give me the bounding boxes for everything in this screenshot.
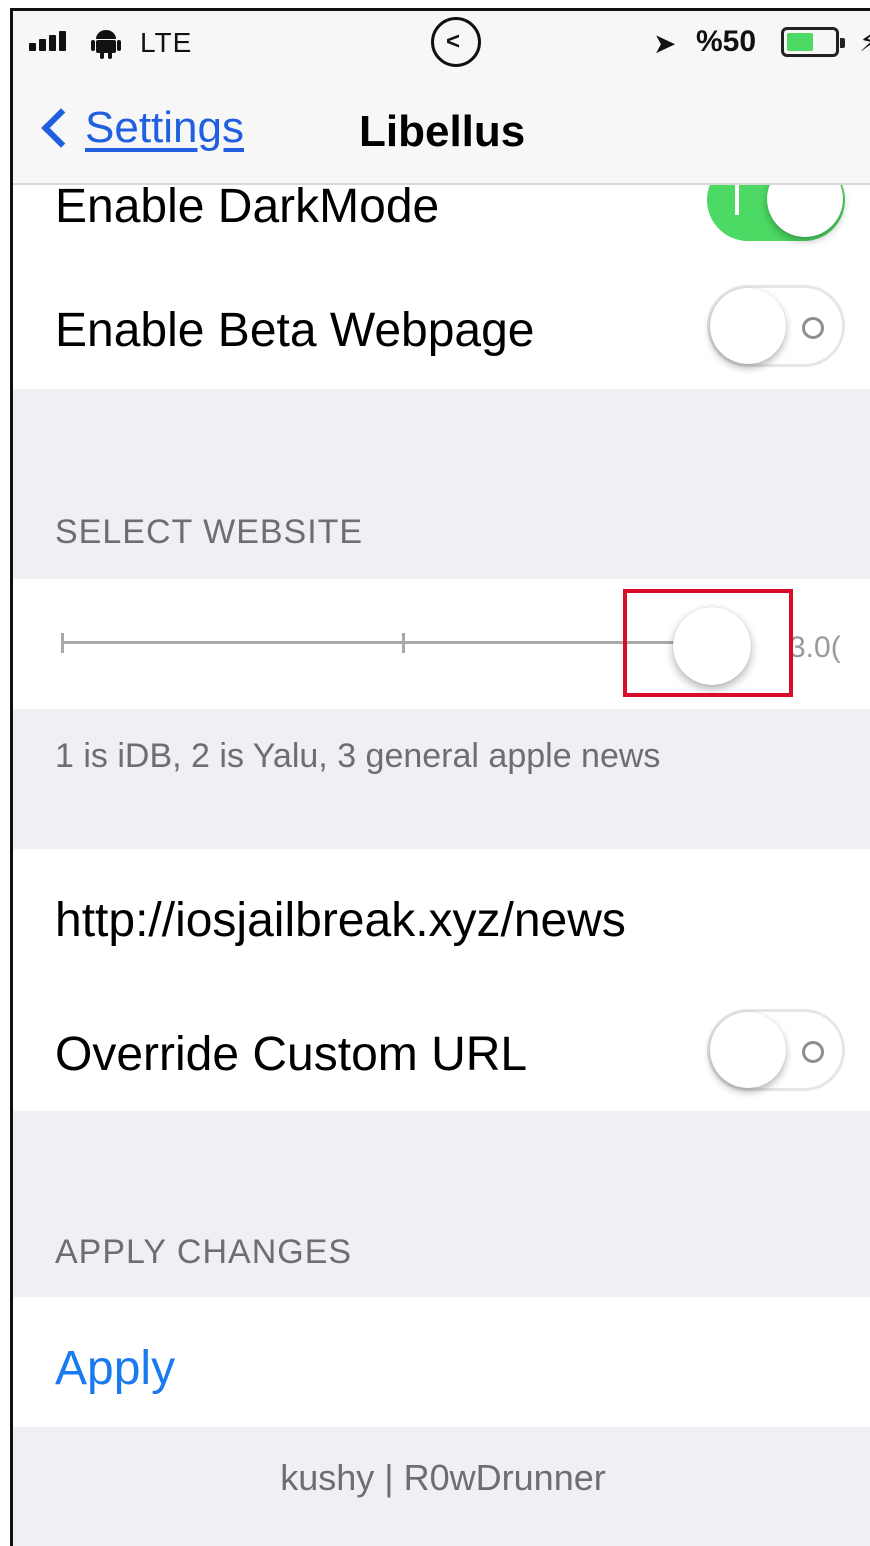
chevron-left-icon	[41, 108, 81, 148]
dark-mode-label: Enable DarkMode	[55, 180, 440, 233]
apply-changes-header: APPLY CHANGES	[55, 1233, 353, 1271]
navigation-bar: Settings Libellus	[13, 73, 870, 185]
back-button[interactable]: Settings	[35, 103, 244, 153]
select-website-header: SELECT WEBSITE	[55, 513, 364, 551]
location-icon: ➤	[653, 28, 677, 59]
website-slider-track[interactable]	[61, 641, 711, 644]
beta-webpage-label: Enable Beta Webpage	[55, 304, 535, 357]
network-type: LTE	[140, 27, 193, 58]
slider-tick-2	[402, 633, 405, 653]
slider-value-label: 3.0(	[789, 631, 841, 664]
back-label: Settings	[85, 103, 244, 152]
beta-webpage-toggle[interactable]	[707, 285, 845, 367]
url-group: http://iosjailbreak.xyz/news Override Cu…	[13, 849, 870, 1111]
signal-icon	[29, 31, 66, 51]
page-title: Libellus	[359, 107, 526, 156]
override-url-label: Override Custom URL	[55, 1028, 528, 1081]
android-icon	[91, 30, 121, 59]
status-bar: LTE < ➤ %50 ⚡	[13, 11, 870, 73]
clock-icon: <	[431, 17, 481, 67]
highlight-box	[623, 589, 793, 697]
override-url-toggle[interactable]	[707, 1009, 845, 1091]
phone-screen: LTE < ➤ %50 ⚡ Settings Libellus Enable D…	[10, 8, 870, 1546]
select-website-footer: 1 is iDB, 2 is Yalu, 3 general apple new…	[55, 737, 661, 775]
battery-percent: %50	[696, 25, 757, 58]
apply-button[interactable]: Apply	[55, 1341, 175, 1396]
credits-footer: kushy | R0wDrunner	[280, 1457, 606, 1498]
battery-icon	[781, 27, 845, 57]
slider-tick-1	[61, 633, 64, 653]
charging-icon: ⚡	[859, 25, 870, 58]
url-text: http://iosjailbreak.xyz/news	[55, 894, 626, 947]
